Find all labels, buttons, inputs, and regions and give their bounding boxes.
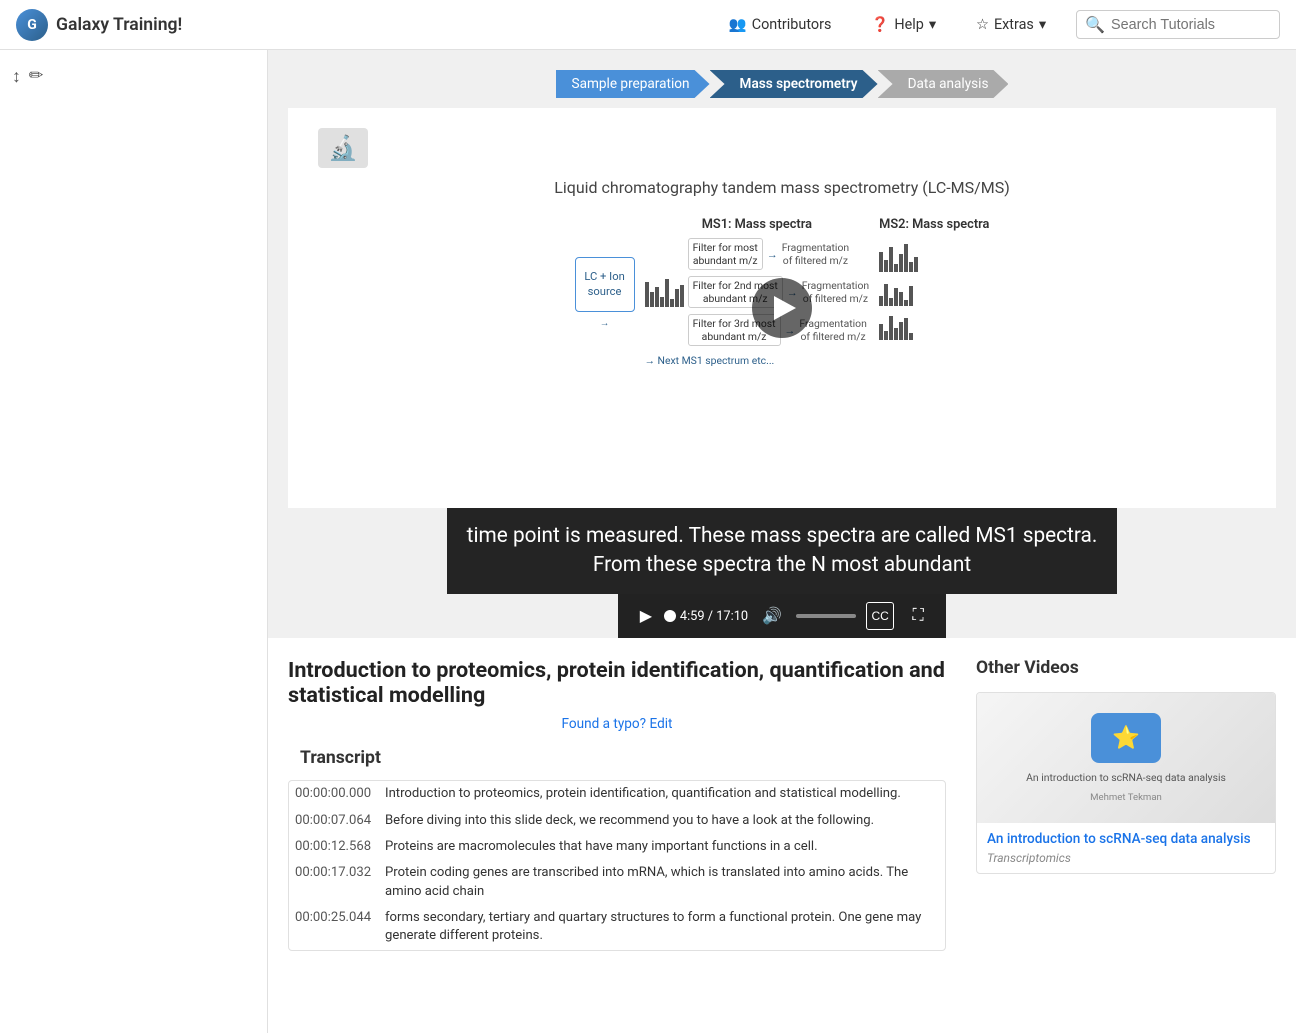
volume-bar[interactable] — [796, 614, 856, 618]
typo-link[interactable]: Found a typo? Edit — [288, 716, 946, 732]
transcript-row[interactable]: 00:00:12.568Proteins are macromolecules … — [289, 834, 945, 860]
help-menu[interactable]: ❓ Help ▾ — [861, 10, 946, 39]
transcript-text: Proteins are macromolecules that have ma… — [379, 834, 945, 860]
step-sample-prep[interactable]: Sample preparation — [556, 70, 710, 98]
video-card-title[interactable]: An introduction to scRNA-seq data analys… — [987, 831, 1265, 847]
help-label: Help — [894, 16, 923, 33]
slide-icon-row: 🔬 — [318, 128, 1246, 168]
filter-row-1: Filter for mostabundant m/z → Fragmentat… — [688, 238, 870, 270]
star-icon: ☆ — [976, 16, 989, 33]
help-icon: ❓ — [871, 16, 889, 33]
play-button-overlay[interactable] — [752, 278, 812, 338]
ms1-header: MS1: Mass spectra — [645, 217, 870, 232]
contributors-label: Contributors — [752, 16, 832, 33]
step-sample-prep-label: Sample preparation — [572, 76, 690, 92]
transcript-text: Before diving into this slide deck, we r… — [379, 808, 945, 834]
transcript-heading: Transcript — [288, 748, 946, 768]
main-content: Sample preparation Mass spectrometry Dat… — [268, 50, 1296, 1033]
video-card-tag: Transcriptomics — [987, 851, 1265, 865]
step-mass-spec[interactable]: Mass spectrometry — [710, 70, 878, 98]
ms2-spectrum-2 — [879, 276, 989, 306]
transcript-row[interactable]: 00:00:25.044forms secondary, tertiary an… — [289, 905, 945, 950]
video-title: Introduction to proteomics, protein iden… — [288, 658, 946, 708]
extras-menu[interactable]: ☆ Extras ▾ — [966, 10, 1056, 39]
transcript-scroll[interactable]: 00:00:00.000Introduction to proteomics, … — [288, 780, 946, 951]
search-icon: 🔍 — [1085, 15, 1105, 34]
subtitle-bar: time point is measured. These mass spect… — [447, 508, 1118, 594]
total-time: 17:10 — [716, 609, 748, 624]
contributors-icon: 👥 — [729, 16, 747, 33]
frag-label-2: Fragmentationof filtered m/z — [802, 279, 869, 305]
slide-icon: 🔬 — [318, 128, 368, 168]
ms1-spectrum — [645, 277, 684, 307]
thumb-logo: ⭐ — [1091, 713, 1161, 763]
other-videos-panel: Other Videos ⭐ An introduction to scRNA-… — [976, 658, 1276, 874]
transcript-text: forms secondary, tertiary and quartary s… — [379, 905, 945, 950]
other-videos-title: Other Videos — [976, 658, 1276, 678]
sidebar-controls: ↕ ✏ — [12, 62, 255, 95]
thumb-subtitle: An introduction to scRNA-seq data analys… — [1016, 771, 1236, 784]
extras-label: Extras — [994, 16, 1034, 33]
extras-chevron-icon: ▾ — [1039, 16, 1046, 33]
brand-name: Galaxy Training! — [56, 15, 182, 35]
transcript-text: Introduction to proteomics, protein iden… — [379, 781, 945, 807]
progress-thumb — [664, 610, 676, 622]
sidebar: ↕ ✏ — [0, 50, 268, 1033]
below-video: Introduction to proteomics, protein iden… — [268, 638, 1296, 971]
transcript-row[interactable]: 00:00:17.032Protein coding genes are tra… — [289, 860, 945, 905]
cc-button[interactable]: CC — [866, 602, 894, 630]
transcript-row[interactable]: 00:00:07.064Before diving into this slid… — [289, 808, 945, 834]
step-data-analysis-label: Data analysis — [908, 76, 989, 92]
thumb-author: Mehmet Tekman — [1090, 792, 1162, 803]
frag-label-1: Fragmentationof filtered m/z — [782, 241, 849, 267]
brand-logo: G — [16, 9, 48, 41]
ms2-spectrum-3 — [879, 310, 989, 340]
ms2-header: MS2: Mass spectra — [879, 217, 989, 232]
current-time: 4:59 — [680, 609, 705, 624]
video-card[interactable]: ⭐ An introduction to scRNA-seq data anal… — [976, 692, 1276, 874]
subtitle-line2: From these spectra the N most abundant — [593, 553, 971, 577]
play-pause-button[interactable]: ▶ — [632, 602, 660, 630]
search-container: 🔍 — [1076, 10, 1280, 39]
filter-arrow-1: → — [767, 248, 778, 261]
video-container: Sample preparation Mass spectrometry Dat… — [268, 50, 1296, 638]
next-ms1-label: → Next MS1 spectrum etc... — [645, 354, 870, 367]
transcript-time: 00:00:25.044 — [289, 905, 379, 950]
navbar: G Galaxy Training! 👥 Contributors ❓ Help… — [0, 0, 1296, 50]
subtitle-line1: time point is measured. These mass spect… — [467, 524, 1098, 548]
slide-content: 🔬 Liquid chromatography tandem mass spec… — [288, 108, 1276, 508]
edit-icon[interactable]: ✏ — [29, 66, 44, 87]
transcript-time: 00:00:07.064 — [289, 808, 379, 834]
frag-label-3: Fragmentationof filtered m/z — [799, 317, 866, 343]
transcript-text: Protein coding genes are transcribed int… — [379, 860, 945, 905]
transcript-time: 00:00:17.032 — [289, 860, 379, 905]
mute-button[interactable]: 🔊 — [758, 602, 786, 630]
resize-icon[interactable]: ↕ — [12, 66, 21, 87]
contributors-menu[interactable]: 👥 Contributors — [719, 10, 842, 39]
fullscreen-button[interactable]: ⛶ — [904, 602, 932, 630]
step-mass-spec-label: Mass spectrometry — [740, 76, 858, 92]
breadcrumb-steps: Sample preparation Mass spectrometry Dat… — [556, 70, 1009, 98]
step-data-analysis[interactable]: Data analysis — [878, 70, 1009, 98]
transcript-time: 00:00:00.000 — [289, 781, 379, 807]
ms2-spectrum-1 — [879, 242, 989, 272]
page-layout: ↕ ✏ Sample preparation Mass spectrometry… — [0, 50, 1296, 1033]
transcript-time: 00:00:12.568 — [289, 834, 379, 860]
time-separator: / — [708, 609, 716, 624]
lc-ion-box: LC + Ionsource — [575, 257, 635, 312]
video-slide: Sample preparation Mass spectrometry Dat… — [268, 50, 1296, 638]
video-card-info: An introduction to scRNA-seq data analys… — [977, 823, 1275, 873]
time-display: 4:59 / 17:10 — [680, 609, 748, 624]
slide-title: Liquid chromatography tandem mass spectr… — [318, 178, 1246, 197]
transcript-table: 00:00:00.000Introduction to proteomics, … — [289, 781, 945, 950]
main-info: Introduction to proteomics, protein iden… — [288, 658, 946, 951]
brand-link[interactable]: G Galaxy Training! — [16, 9, 182, 41]
help-chevron-icon: ▾ — [929, 16, 936, 33]
filter-label-1: Filter for mostabundant m/z — [688, 238, 763, 270]
search-input[interactable] — [1111, 17, 1271, 33]
video-thumb: ⭐ An introduction to scRNA-seq data anal… — [977, 693, 1275, 823]
transcript-row[interactable]: 00:00:00.000Introduction to proteomics, … — [289, 781, 945, 807]
video-controls: ▶ 4:59 / 17:10 🔊 CC ⛶ — [618, 594, 946, 638]
